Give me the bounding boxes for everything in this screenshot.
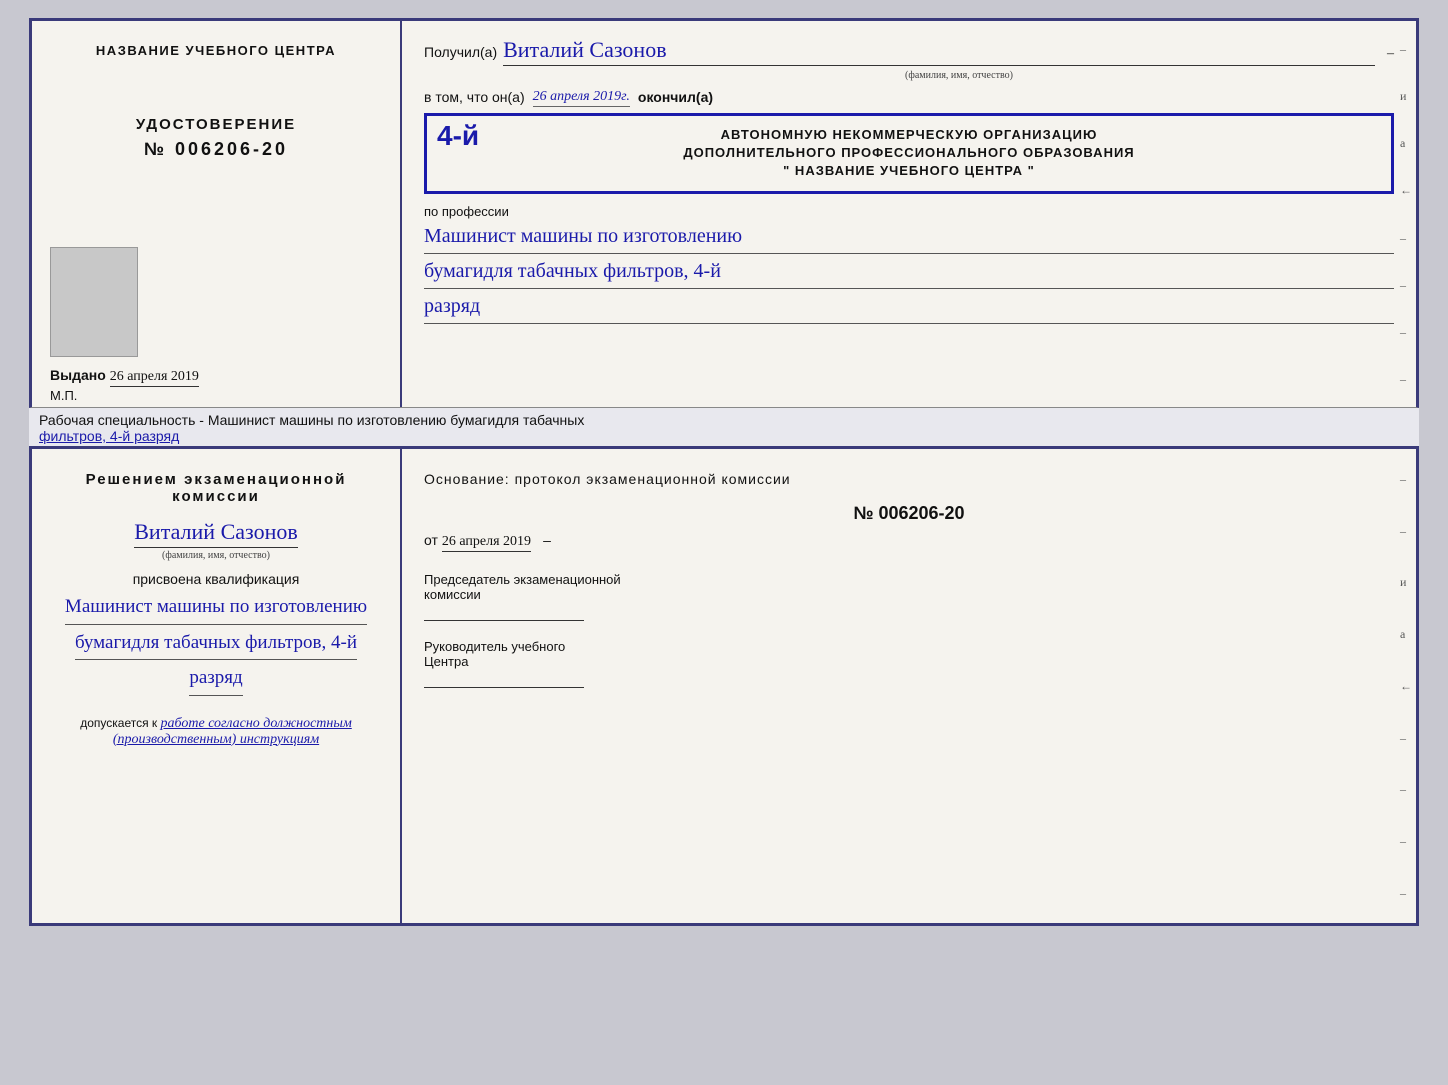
stamp-num: 4-й: [437, 120, 479, 152]
received-line: Получил(а) Виталий Сазонов –: [424, 37, 1394, 66]
osnov-title: Основание: протокол экзаменационной коми…: [424, 471, 1394, 487]
qualification-line1: Машинист машины по изготовлению: [65, 593, 367, 625]
profession-line2: бумагидля табачных фильтров, 4-й: [424, 256, 1394, 289]
dash-after-name: –: [1387, 46, 1394, 62]
bottom-right-panel: Основание: протокол экзаменационной коми…: [402, 449, 1416, 923]
chairman-label2: комиссии: [424, 587, 481, 602]
ot-line: от 26 апреля 2019 –: [424, 532, 1394, 552]
bottom-left-panel: Решением экзаменационной комиссии Витали…: [32, 449, 402, 923]
separator-text-normal: Рабочая специальность - Машинист машины …: [39, 412, 584, 428]
mp-label: М.П.: [50, 388, 77, 403]
chairman-sig-line: [424, 620, 584, 621]
chairman-label: Председатель экзаменационной: [424, 572, 621, 587]
person-name-cursive: Виталий Сазонов: [134, 519, 297, 548]
assigned-label: присвоена квалификация: [133, 571, 300, 587]
cert-number: № 006206-20: [144, 139, 288, 160]
fio-hint-bottom: (фамилия, имя, отчество): [162, 550, 270, 561]
stamp-line2: ДОПОЛНИТЕЛЬНОГО ПРОФЕССИОНАЛЬНОГО ОБРАЗО…: [441, 144, 1377, 162]
training-center-title: НАЗВАНИЕ УЧЕБНОГО ЦЕНТРА: [96, 43, 336, 58]
stamp-line3: " НАЗВАНИЕ УЧЕБНОГО ЦЕНТРА ": [441, 162, 1377, 180]
ot-label: от: [424, 532, 438, 548]
top-left-panel: НАЗВАНИЕ УЧЕБНОГО ЦЕНТРА УДОСТОВЕРЕНИЕ №…: [32, 21, 402, 407]
received-name: Виталий Сазонов: [503, 37, 1375, 66]
director-label2: Центра: [424, 654, 468, 669]
side-dashes-bottom: – – и а ← – – – –: [1400, 449, 1412, 923]
stamp-line1: АВТОНОМНУЮ НЕКОММЕРЧЕСКУЮ ОРГАНИЗАЦИЮ: [441, 126, 1377, 144]
bottom-document: Решением экзаменационной комиссии Витали…: [29, 446, 1419, 926]
qualification-line2: бумагидля табачных фильтров, 4-й: [75, 629, 357, 661]
director-label: Руководитель учебного: [424, 639, 565, 654]
admits-text: работе согласно должностным: [161, 716, 352, 731]
vtom-label: в том, что он(а): [424, 89, 525, 105]
top-right-panel: Получил(а) Виталий Сазонов – (фамилия, и…: [402, 21, 1416, 407]
profession-label: по профессии: [424, 204, 1394, 219]
issued-label: Выдано: [50, 367, 106, 383]
cert-label: УДОСТОВЕРЕНИЕ: [136, 116, 296, 133]
director-block: Руководитель учебного Центра: [424, 639, 1394, 688]
issued-line: Выдано 26 апреля 2019: [50, 367, 382, 387]
profession-line1: Машинист машины по изготовлению: [424, 221, 1394, 254]
vtom-block: в том, что он(а) 26 апреля 2019г. окончи…: [424, 89, 1394, 107]
separator-text-underline: фильтров, 4-й разряд: [39, 428, 179, 444]
separator-label: Рабочая специальность - Машинист машины …: [29, 408, 1419, 446]
profession-line3: разряд: [424, 291, 1394, 324]
protocol-number: № 006206-20: [424, 503, 1394, 524]
admits-label: допускается к работе согласно должностны…: [80, 716, 352, 732]
qualification-line3: разряд: [189, 664, 242, 696]
photo-placeholder: [50, 247, 138, 357]
okoncil-label: окончил(а): [638, 89, 713, 105]
side-dashes-top: – и а ← – – – –: [1400, 21, 1412, 407]
issued-date: 26 апреля 2019: [110, 369, 199, 387]
fio-hint-top: (фамилия, имя, отчество): [524, 70, 1394, 81]
director-sig-line: [424, 687, 584, 688]
ot-dash: –: [543, 532, 551, 548]
received-label: Получил(а): [424, 44, 497, 60]
chairman-block: Председатель экзаменационной комиссии: [424, 572, 1394, 621]
decision-title: Решением экзаменационной комиссии: [50, 471, 382, 505]
admits-text2: (производственным) инструкциям: [113, 732, 319, 748]
ot-date: 26 апреля 2019: [442, 534, 531, 552]
vtom-date: 26 апреля 2019г.: [533, 89, 630, 107]
top-document: НАЗВАНИЕ УЧЕБНОГО ЦЕНТРА УДОСТОВЕРЕНИЕ №…: [29, 18, 1419, 408]
stamp-box: 4-й АВТОНОМНУЮ НЕКОММЕРЧЕСКУЮ ОРГАНИЗАЦИ…: [424, 113, 1394, 194]
